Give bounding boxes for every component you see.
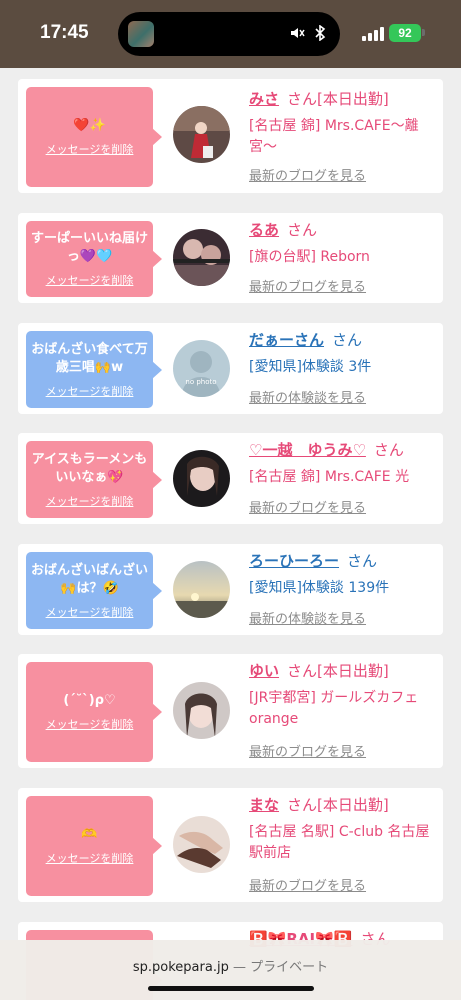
message-bubble: すーぱーいいね届けっ💜🩵 メッセージを削除 [26,221,162,297]
message-bubble: おばんざいばんざい🙌は？🤣 メッセージを削除 [26,552,162,629]
url-domain: sp.pokepara.jp [132,960,229,975]
delete-message-link[interactable]: メッセージを削除 [46,604,134,620]
list-item: おばんざいばんざい🙌は？🤣 メッセージを削除 ろーひーろー さん [愛知県]体験談… [18,544,443,635]
now-playing-thumbnail [128,21,154,47]
dynamic-island [118,12,340,56]
message-bubble: おばんざい食べて万歳三唱🙌w メッセージを削除 [26,331,162,408]
message-bubble: ❤️✨ メッセージを削除 [26,87,162,187]
shop-detail[interactable]: [旗の台駅] Reborn [249,247,439,268]
shop-detail[interactable]: [名古屋 名駅] C-club 名古屋駅前店 [249,822,439,864]
message-bubble: 🫶 メッセージを削除 [26,796,162,896]
list-item: おばんざい食べて万歳三唱🙌w メッセージを削除 no photo だぁーさん さん… [18,323,443,414]
status-bar: 17:45 92 [0,0,461,68]
message-bubble: アイスもラーメンもいいなぁ💖 メッセージを削除 [26,441,162,518]
browser-url-bar[interactable]: sp.pokepara.jp — プライベート [0,940,461,1000]
profile-name-link[interactable]: ♡一越 ゆうみ♡ [249,441,366,459]
delete-message-link[interactable]: メッセージを削除 [46,141,134,157]
island-icons [289,23,326,42]
profile-name-link[interactable]: ゆい [249,662,279,680]
profile-info: だぁーさん さん [愛知県]体験談 3件 [249,329,439,378]
no-photo-label: no photo [185,378,216,386]
profile-info: ろーひーろー さん [愛知県]体験談 139件 [249,550,439,599]
message-text: (ˊ˘ˋ)ρ♡ [63,693,116,708]
list-item: アイスもラーメンもいいなぁ💖 メッセージを削除 ♡一越 ゆうみ♡ さん [名古屋 … [18,433,443,524]
profile-name-link[interactable]: るあ [249,221,279,239]
signal-icon [362,27,384,41]
url-text[interactable]: sp.pokepara.jp — プライベート [0,956,461,975]
profile-info: みさ さん[本日出勤] [名古屋 錦] Mrs.CAFE〜離宮〜 [249,88,439,158]
honorific: さん [347,552,378,570]
list-item: ❤️✨ メッセージを削除 みさ さん[本日出勤] [名古屋 錦] Mrs.CAFE… [18,79,443,193]
profile-info: るあ さん [旗の台駅] Reborn [249,219,439,268]
honorific: さん [332,331,363,349]
mute-icon [291,27,305,38]
url-separator: — [228,960,251,975]
honorific: さん [287,221,318,239]
working-today-tag: [本日出勤] [317,796,389,814]
list-item: 🫶 メッセージを削除 まな さん[本日出勤] [名古屋 名駅] C-club 名古… [18,788,443,902]
bluetooth-icon [315,23,326,42]
shop-detail[interactable]: [名古屋 錦] Mrs.CAFE〜離宮〜 [249,116,439,158]
working-today-tag: [本日出勤] [317,90,389,108]
avatar[interactable] [173,450,230,507]
delete-message-link[interactable]: メッセージを削除 [46,272,134,288]
honorific: さん [287,796,318,814]
message-text: おばんざい食べて万歳三唱🙌w [31,341,148,375]
review-count[interactable]: [愛知県]体験談 3件 [249,357,439,378]
profile-info: ♡一越 ゆうみ♡ さん [名古屋 錦] Mrs.CAFE 光 [249,439,439,488]
delete-message-link[interactable]: メッセージを削除 [46,850,134,866]
delete-message-link[interactable]: メッセージを削除 [46,716,134,732]
latest-review-link[interactable]: 最新の体験談を見る [249,387,366,406]
profile-name-link[interactable]: だぁーさん [249,331,324,349]
profile-info: ゆい さん[本日出勤] [JR宇都宮] ガールズカフェorange [249,660,439,730]
latest-blog-link[interactable]: 最新のブログを見る [249,741,366,760]
honorific: さん [287,662,318,680]
battery-tip [422,29,425,36]
message-text: おばんざいばんざい🙌は？🤣 [30,562,148,596]
profile-info: まな さん[本日出勤] [名古屋 名駅] C-club 名古屋駅前店 [249,794,439,864]
latest-blog-link[interactable]: 最新のブログを見る [249,497,366,516]
delete-message-link[interactable]: メッセージを削除 [46,383,134,399]
profile-name-link[interactable]: ろーひーろー [249,552,339,570]
latest-review-link[interactable]: 最新の体験談を見る [249,608,366,627]
profile-name-link[interactable]: みさ [249,90,279,108]
message-bubble: (ˊ˘ˋ)ρ♡ メッセージを削除 [26,662,162,762]
honorific: さん [287,90,318,108]
latest-blog-link[interactable]: 最新のブログを見る [249,276,366,295]
status-time: 17:45 [40,22,89,43]
message-text: ❤️✨ [73,118,106,133]
avatar[interactable] [173,561,230,618]
message-text: 🫶 [81,827,98,842]
avatar[interactable] [173,682,230,739]
profile-name-link[interactable]: まな [249,796,279,814]
honorific: さん [373,441,404,459]
working-today-tag: [本日出勤] [317,662,389,680]
list-item: (ˊ˘ˋ)ρ♡ メッセージを削除 ゆい さん[本日出勤] [JR宇都宮] ガールズ… [18,654,443,768]
latest-blog-link[interactable]: 最新のブログを見る [249,165,366,184]
shop-detail[interactable]: [JR宇都宮] ガールズカフェorange [249,688,439,730]
private-mode-label: プライベート [250,960,329,975]
list-item: すーぱーいいね届けっ💜🩵 メッセージを削除 るあ さん [旗の台駅] Reborn… [18,213,443,303]
avatar[interactable] [173,106,230,163]
review-count[interactable]: [愛知県]体験談 139件 [249,578,439,599]
battery-icon: 92 [389,24,421,42]
message-text: すーぱーいいね届けっ💜🩵 [30,231,148,264]
avatar[interactable] [173,816,230,873]
latest-blog-link[interactable]: 最新のブログを見る [249,875,366,894]
home-indicator[interactable] [148,986,314,991]
delete-message-link[interactable]: メッセージを削除 [46,493,134,509]
avatar[interactable] [173,229,230,286]
shop-detail[interactable]: [名古屋 錦] Mrs.CAFE 光 [249,467,439,488]
avatar[interactable]: no photo [173,340,230,397]
message-text: アイスもラーメンもいいなぁ💖 [31,451,148,485]
